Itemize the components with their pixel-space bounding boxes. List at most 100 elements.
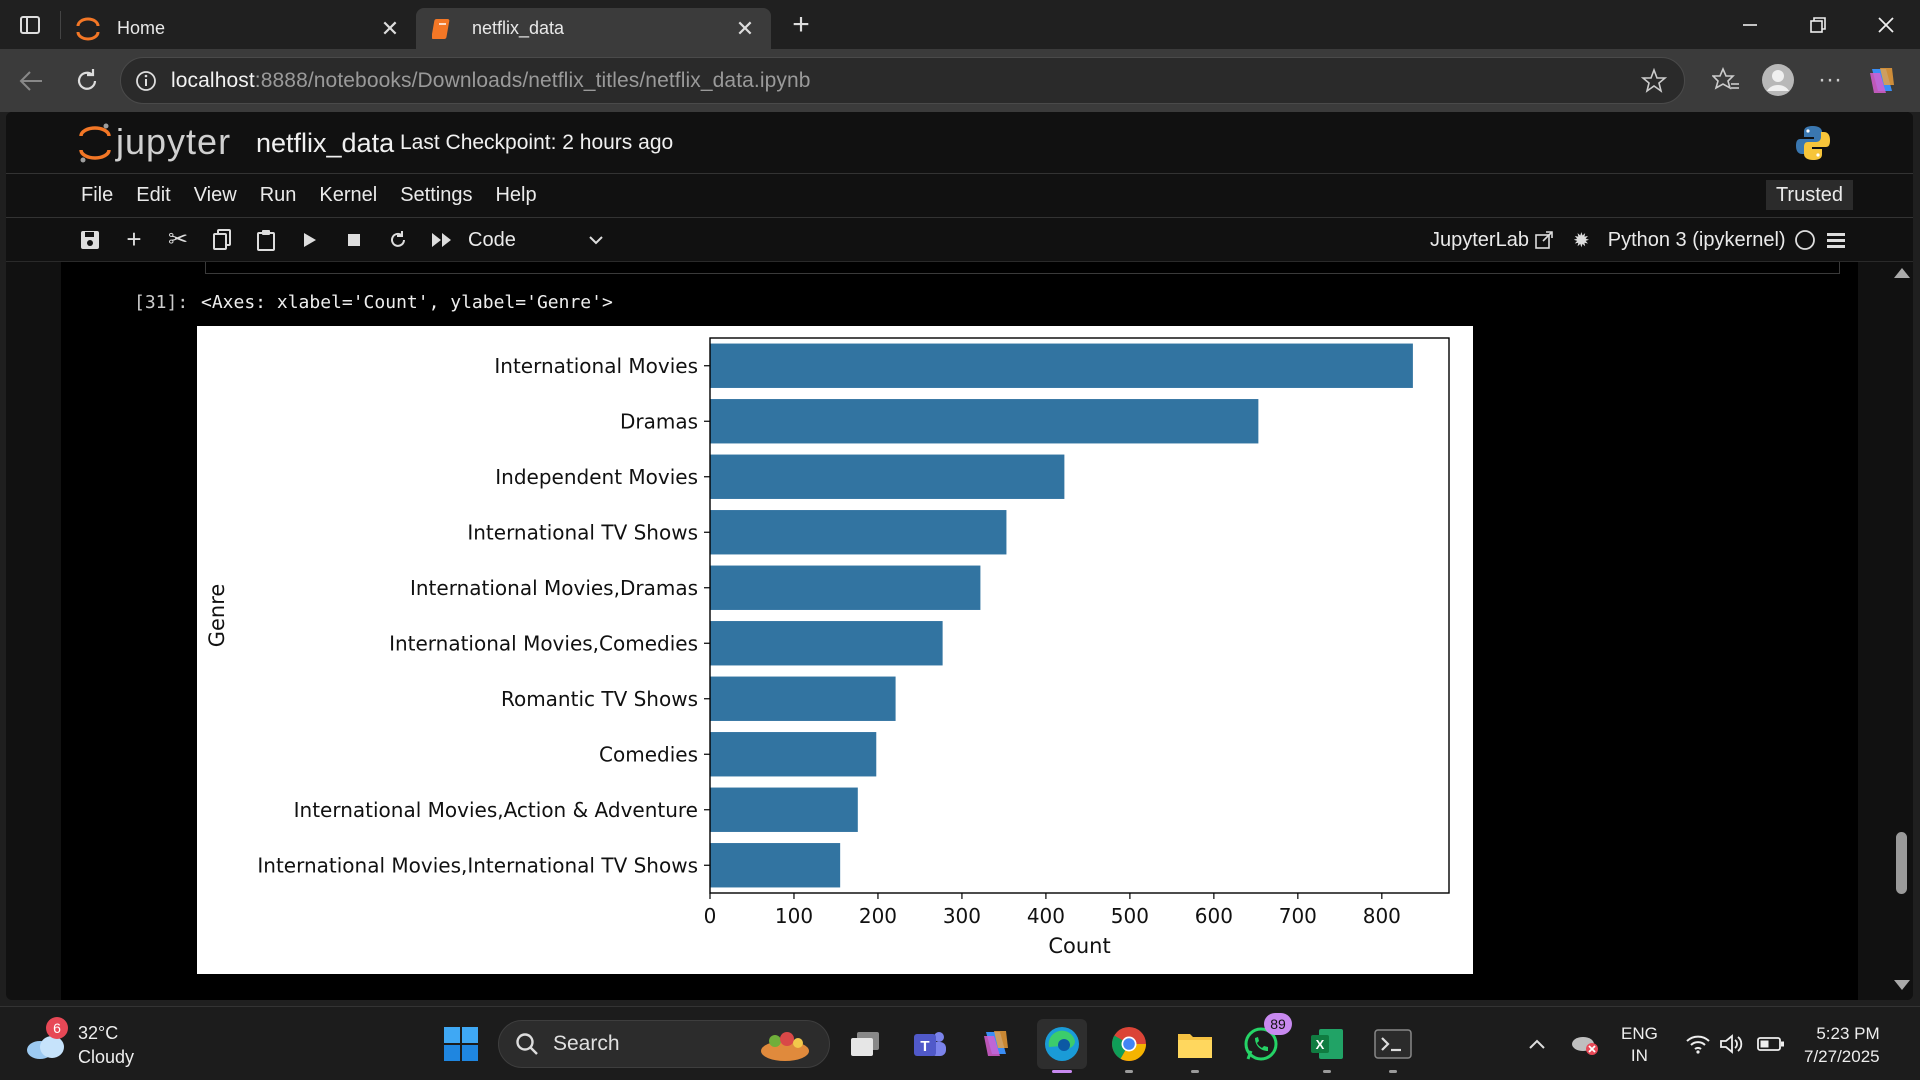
paste-icon[interactable] [244,220,288,260]
bar-chart-svg: International Movies Dramas Independent Mo… [205,337,1450,958]
menu-view[interactable]: View [194,184,237,207]
new-tab-plus-icon[interactable]: + [779,3,823,47]
cut-icon[interactable]: ✂ [156,220,200,260]
bar [710,621,943,666]
search-label: Search [553,1032,620,1055]
weather-widget[interactable]: 6 32°C Cloudy [24,1017,134,1069]
edge-browser-icon[interactable] [1037,1019,1087,1073]
menu-kernel[interactable]: Kernel [319,184,377,207]
y-tick-label: Independent Movies [495,465,698,489]
bar [710,787,858,832]
x-tick-label: 500 [1111,904,1149,928]
stop-icon[interactable] [332,220,376,260]
refresh-icon[interactable] [62,56,112,106]
profile-avatar-icon[interactable] [1752,55,1804,105]
task-view-icon[interactable] [840,1019,890,1069]
window-controls [1716,0,1920,49]
input-language[interactable]: ENG IN [1621,1023,1658,1067]
menu-file[interactable]: File [81,184,113,207]
running-indicator [1191,1070,1199,1073]
tab-netflix-data[interactable]: netflix_data ✕ [416,8,771,49]
menu-run[interactable]: Run [260,184,297,207]
save-icon[interactable] [68,220,112,260]
url-path: :8888/notebooks/Downloads/netflix_titles… [254,68,811,92]
whatsapp-badge: 89 [1264,1013,1292,1035]
system-clock[interactable]: 5:23 PM 7/27/2025 [1804,1022,1880,1068]
teams-icon[interactable]: T [905,1019,955,1069]
wifi-icon[interactable] [1684,1031,1712,1057]
volume-icon[interactable] [1718,1031,1746,1057]
terminal-icon[interactable] [1368,1019,1418,1073]
menu-help[interactable]: Help [495,184,536,207]
tab-home[interactable]: Home ✕ [61,8,416,49]
scroll-thumb[interactable] [1896,832,1907,894]
show-hidden-icons-chevron-icon[interactable] [1524,1031,1550,1057]
y-tick-label: International Movies [494,354,698,378]
x-tick-label: 700 [1279,904,1317,928]
language-code: ENG [1621,1024,1658,1043]
y-axis-label: Genre [205,584,229,648]
run-cell-icon[interactable] [288,220,332,260]
scroll-up-arrow-icon[interactable] [1894,268,1910,278]
x-tick-label: 300 [943,904,981,928]
restart-kernel-icon[interactable] [376,220,420,260]
restart-run-all-icon[interactable] [420,220,464,260]
more-options-icon[interactable]: ··· [1804,55,1856,105]
notebook-scrollbar[interactable] [1890,262,1913,1000]
scroll-down-arrow-icon[interactable] [1894,980,1910,990]
copilot-icon[interactable] [1856,55,1908,105]
taskbar-search[interactable]: Search [498,1020,830,1068]
close-window-icon[interactable] [1852,0,1920,49]
bar [710,454,1065,499]
running-indicator [1052,1070,1072,1073]
y-tick-label: International TV Shows [467,520,698,544]
url-text: localhost:8888/notebooks/Downloads/netfl… [171,69,811,93]
svg-text:T: T [920,1038,929,1055]
chrome-icon[interactable] [1104,1019,1154,1073]
whatsapp-icon[interactable]: 89 [1236,1013,1292,1069]
windows-taskbar: 6 32°C Cloudy Search T 89 X ENG IN 5:23 … [0,1006,1920,1080]
debugger-bug-icon[interactable]: ✹ [1573,228,1590,253]
tab-actions-icon[interactable] [0,0,60,49]
close-icon[interactable]: ✕ [733,16,757,41]
start-windows-icon[interactable] [436,1019,486,1069]
add-cell-icon[interactable]: + [112,220,156,260]
external-link-icon[interactable] [1535,231,1553,249]
x-tick-label: 400 [1027,904,1065,928]
favorite-star-icon[interactable] [1638,65,1670,97]
restore-icon[interactable] [1784,0,1852,49]
url-host: localhost [171,68,255,92]
copilot-taskbar-icon[interactable] [972,1019,1022,1069]
file-explorer-icon[interactable] [1170,1019,1220,1073]
close-icon[interactable]: ✕ [378,16,402,41]
minimize-icon[interactable] [1716,0,1784,49]
trusted-indicator[interactable]: Trusted [1765,180,1853,210]
chart-figure: International Movies Dramas Independent Mo… [197,326,1473,974]
excel-icon[interactable]: X [1302,1019,1352,1073]
jupyterlab-link[interactable]: JupyterLab [1430,229,1529,252]
x-tick-label: 800 [1363,904,1401,928]
notebook-toolbar: + ✂ Code JupyterLab ✹ Python 3 (ipykerne… [6,218,1913,262]
back-arrow-icon[interactable] [6,56,56,106]
favorites-icon[interactable] [1700,55,1752,105]
y-tick-label: International Movies,Dramas [410,576,698,600]
menu-settings[interactable]: Settings [400,184,472,207]
notebook-content: [31]: <Axes: xlabel='Count', ylabel='Gen… [61,262,1858,1000]
notebook-name[interactable]: netflix_data [256,128,394,159]
copy-icon[interactable] [200,220,244,260]
x-tick-label: 100 [775,904,813,928]
onedrive-error-icon[interactable] [1570,1029,1600,1059]
kernel-name[interactable]: Python 3 (ipykernel) [1608,229,1786,252]
y-tick-label: Dramas [620,409,698,433]
address-bar[interactable]: localhost:8888/notebooks/Downloads/netfl… [120,57,1685,104]
jupyter-header: jupyter netflix_data Last Checkpoint: 2 … [6,112,1913,174]
battery-icon[interactable] [1756,1031,1786,1057]
site-info-icon[interactable] [135,70,157,92]
menu-hamburger-icon[interactable] [1826,231,1846,249]
notebook-favicon-icon [430,16,456,42]
output-text: <Axes: xlabel='Count', ylabel='Genre'> [201,292,613,313]
cell-type-dropdown[interactable]: Code [468,224,608,256]
menu-edit[interactable]: Edit [136,184,170,207]
jupyter-logo[interactable]: jupyter [78,120,231,164]
running-indicator [1323,1070,1331,1073]
